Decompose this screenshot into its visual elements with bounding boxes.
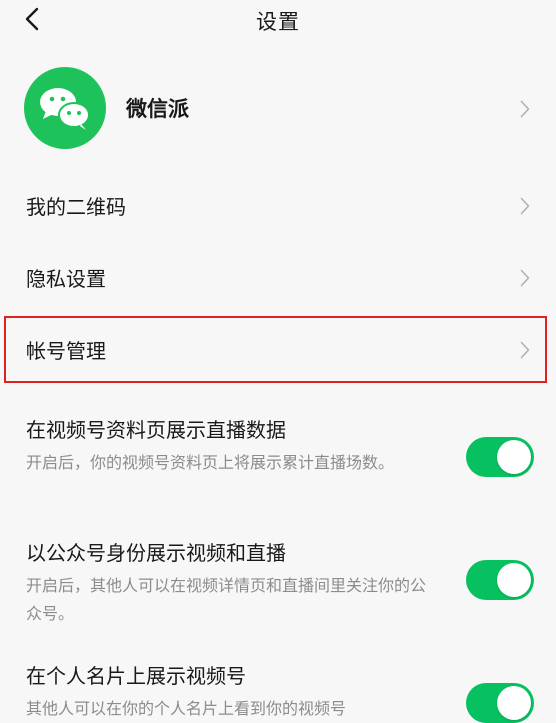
live-data-toggle[interactable] xyxy=(466,437,534,477)
chevron-right-icon xyxy=(520,197,530,215)
setting-title: 在视频号资料页展示直播数据 xyxy=(26,418,286,442)
setting-desc: 开启后，其他人可以在视频详情页和直播间里关注你的公众号。 xyxy=(26,576,427,623)
chevron-right-icon xyxy=(520,100,530,118)
menu-item-label: 我的二维码 xyxy=(26,195,126,219)
toggle-knob xyxy=(497,686,531,720)
chevron-right-icon xyxy=(520,269,530,287)
menu-item-qr-code[interactable]: 我的二维码 xyxy=(0,174,556,238)
chevron-right-icon xyxy=(520,341,530,359)
profile-row[interactable]: 微信派 xyxy=(0,64,556,154)
setting-title: 在个人名片上展示视频号 xyxy=(26,664,246,688)
wechat-logo-icon xyxy=(24,67,106,149)
business-card-toggle[interactable] xyxy=(466,683,534,723)
setting-title: 以公众号身份展示视频和直播 xyxy=(26,541,286,565)
official-account-toggle[interactable] xyxy=(466,560,534,600)
toggle-knob xyxy=(497,440,531,474)
menu-item-label: 帐号管理 xyxy=(26,339,106,363)
toggle-knob xyxy=(497,563,531,597)
nav-bar: 设置 xyxy=(0,0,556,40)
menu-item-account[interactable]: 帐号管理 xyxy=(0,318,556,382)
menu-item-privacy[interactable]: 隐私设置 xyxy=(0,246,556,310)
profile-name: 微信派 xyxy=(126,97,189,121)
setting-desc: 其他人可以在你的个人名片上看到你的视频号 xyxy=(26,699,347,718)
setting-desc: 开启后，你的视频号资料页上将展示累计直播场数。 xyxy=(26,453,395,472)
menu-item-label: 隐私设置 xyxy=(26,267,106,291)
page-title: 设置 xyxy=(256,10,300,34)
